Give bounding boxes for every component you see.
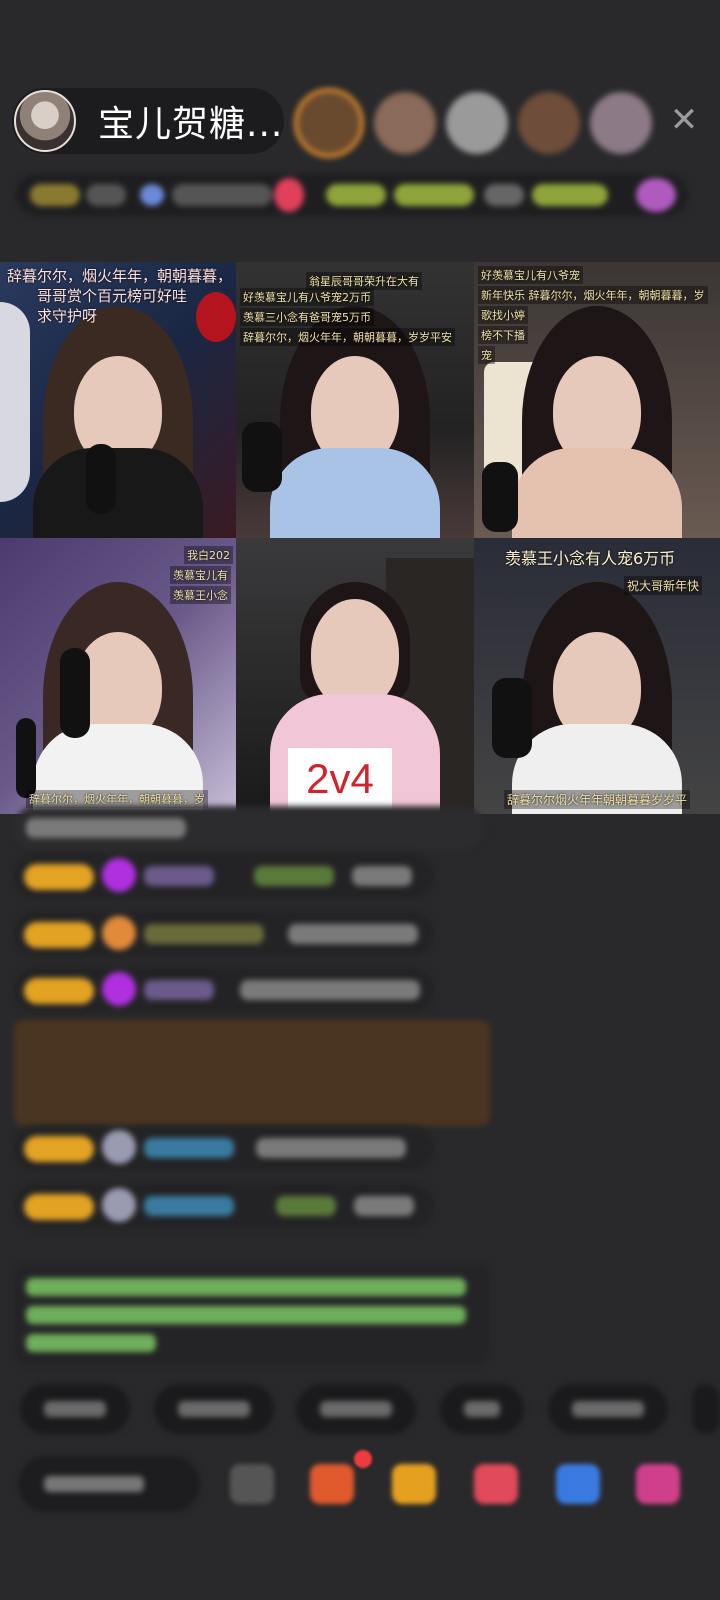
host-avatar[interactable] bbox=[14, 90, 76, 152]
tile-overlay-text: 羡慕王小念 bbox=[170, 586, 231, 604]
comment-input[interactable] bbox=[18, 1456, 200, 1512]
video-tile[interactable]: 翁星辰哥哥荣升在大有 好羡慕宝儿有八爷宠2万币 羡慕三小念有爸哥宠5万币 辞暮尔… bbox=[236, 262, 474, 538]
top-viewers-list bbox=[294, 88, 652, 158]
quick-reply-chip[interactable] bbox=[692, 1384, 720, 1434]
like-icon[interactable] bbox=[474, 1464, 518, 1504]
notification-dot-icon bbox=[354, 1450, 372, 1468]
video-grid: 辞暮尔尔，烟火年年，朝朝暮暮， 哥哥赏个百元榜可好哇 求守护呀 翁星辰哥哥荣升在… bbox=[0, 262, 720, 814]
microphone bbox=[482, 462, 518, 532]
viewer-avatar[interactable] bbox=[518, 92, 580, 154]
chat-message[interactable] bbox=[14, 1126, 434, 1170]
microphone bbox=[60, 648, 90, 738]
tile-overlay-text: 歌找小婷 bbox=[478, 306, 528, 324]
close-icon[interactable]: ✕ bbox=[664, 100, 704, 140]
video-tile[interactable]: 2v4 bbox=[236, 538, 474, 814]
viewer-avatar[interactable] bbox=[590, 92, 652, 154]
video-tile[interactable]: 我白202 羡慕宝儿有 羡慕王小念 辞暮尔尔，烟火年年，朝朝暮暮，岁 bbox=[0, 538, 236, 814]
tile-overlay-text: 求守护呀 bbox=[37, 307, 98, 325]
quick-reply-chip[interactable] bbox=[20, 1384, 130, 1434]
tile-overlay-text: 榜不下播 bbox=[478, 326, 528, 344]
host-body bbox=[512, 448, 682, 538]
chat-message[interactable] bbox=[14, 806, 484, 850]
emoji-icon[interactable] bbox=[230, 1464, 274, 1504]
live-room-screen: 宝儿贺糖... ✕ 辞暮尔尔，烟火年年，朝朝暮暮， 哥哥赏个百元榜可好哇 求守护… bbox=[0, 0, 720, 1600]
host-body bbox=[270, 448, 440, 538]
tile-overlay-text: 宠 bbox=[478, 346, 495, 364]
tile-overlay-text: 辞暮尔尔烟火年年朝朝暮暮岁岁平 bbox=[504, 790, 691, 809]
tile-overlay-text: 好羡慕宝儿有八爷宠2万币 bbox=[240, 288, 374, 306]
quick-reply-bar bbox=[20, 1384, 720, 1434]
quick-reply-chip[interactable] bbox=[440, 1384, 524, 1434]
tile-overlay-text: 羡慕三小念有爸哥宠5万币 bbox=[240, 308, 374, 326]
tile-overlay-text: 祝大哥新年快 bbox=[624, 576, 703, 595]
room-info-strip[interactable] bbox=[16, 174, 688, 216]
chat-message[interactable] bbox=[14, 968, 434, 1012]
host-info-pill[interactable]: 宝儿贺糖... bbox=[12, 88, 284, 154]
chat-message[interactable] bbox=[14, 912, 434, 956]
quick-reply-chip[interactable] bbox=[154, 1384, 274, 1434]
video-tile[interactable]: 羡慕王小念有人宠6万币 祝大哥新年快 辞暮尔尔烟火年年朝朝暮暮岁岁平 bbox=[474, 538, 720, 814]
gift-message[interactable] bbox=[14, 1020, 490, 1126]
viewer-avatar[interactable] bbox=[374, 92, 436, 154]
viewer-avatar[interactable] bbox=[446, 92, 508, 154]
microphone bbox=[242, 422, 282, 492]
viewer-avatar[interactable] bbox=[294, 88, 364, 158]
pk-score-card: 2v4 bbox=[288, 748, 392, 810]
quick-reply-chip[interactable] bbox=[296, 1384, 416, 1434]
video-tile[interactable]: 辞暮尔尔，烟火年年，朝朝暮暮， 哥哥赏个百元榜可好哇 求守护呀 bbox=[0, 262, 236, 538]
quick-reply-chip[interactable] bbox=[548, 1384, 668, 1434]
microphone bbox=[16, 718, 36, 798]
microphone bbox=[492, 678, 532, 758]
tile-overlay-text: 辞暮尔尔，烟火年年，朝朝暮暮，岁岁平安 bbox=[240, 328, 455, 346]
decor-shape bbox=[0, 302, 30, 502]
tile-overlay-text: 我白202 bbox=[184, 546, 233, 564]
tile-overlay-text: 新年快乐 辞暮尔尔，烟火年年，朝朝暮暮，岁 bbox=[478, 286, 708, 304]
gift-bag-icon[interactable] bbox=[310, 1464, 354, 1504]
tile-overlay-text: 羡慕王小念有人宠6万币 bbox=[505, 549, 676, 568]
treasure-icon[interactable] bbox=[392, 1464, 436, 1504]
host-name: 宝儿贺糖... bbox=[98, 104, 284, 145]
system-notice bbox=[14, 1264, 490, 1364]
tile-overlay-text: 羡慕宝儿有 bbox=[170, 566, 231, 584]
share-icon[interactable] bbox=[556, 1464, 600, 1504]
chat-message[interactable] bbox=[14, 854, 434, 898]
host-body bbox=[33, 448, 203, 538]
video-tile[interactable]: 好羡慕宝儿有八爷宠 新年快乐 辞暮尔尔，烟火年年，朝朝暮暮，岁 歌找小婷 榜不下… bbox=[474, 262, 720, 538]
gift-icon[interactable] bbox=[636, 1464, 680, 1504]
tile-overlay-text: 好羡慕宝儿有八爷宠 bbox=[478, 266, 583, 284]
decor-shape bbox=[196, 292, 236, 342]
microphone bbox=[86, 444, 116, 514]
host-face bbox=[311, 598, 399, 709]
chat-message[interactable] bbox=[14, 1184, 434, 1228]
